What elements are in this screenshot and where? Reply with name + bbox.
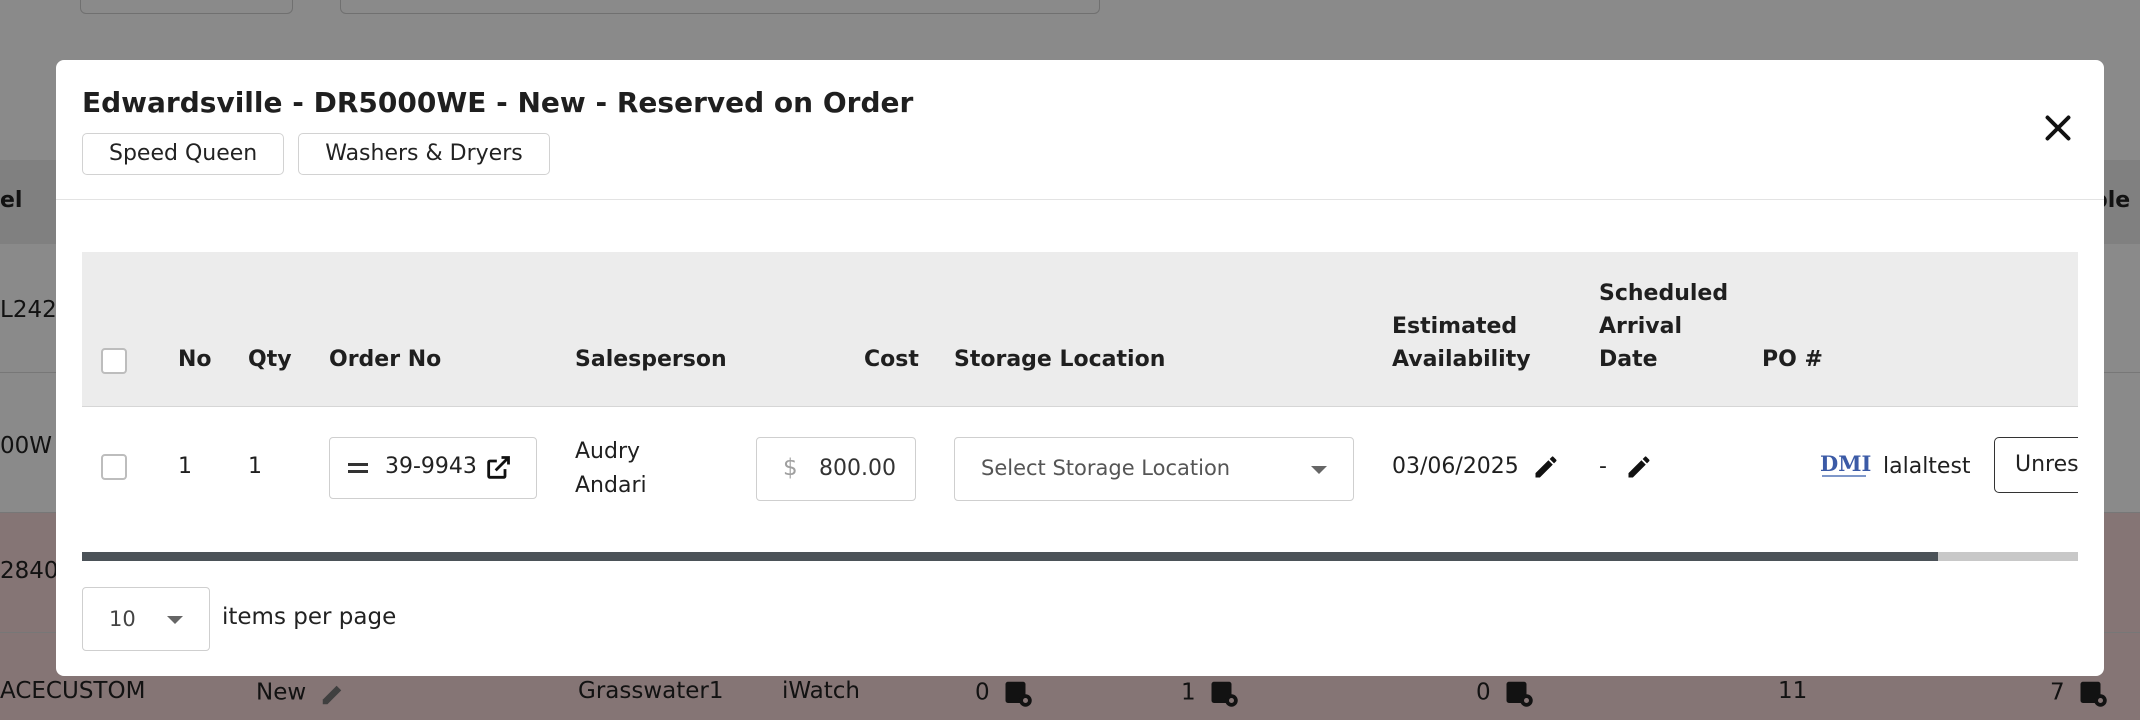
header-estimated-availability: Estimated Availability [1392, 310, 1531, 376]
header-scheduled-line1: Scheduled [1599, 281, 1729, 306]
order-reservation-modal: Edwardsville - DR5000WE - New - Reserved… [56, 60, 2104, 676]
header-scheduled-line3: Date [1599, 347, 1658, 372]
header-cost: Cost [864, 347, 919, 372]
brand-tag: Speed Queen [82, 133, 285, 175]
header-scheduled-arrival: Scheduled Arrival Date [1599, 277, 1728, 376]
header-scheduled-line2: Arrival [1599, 314, 1682, 339]
page-size-value: 10 [109, 607, 136, 631]
logo-underline [1822, 475, 1866, 477]
modal-header: Edwardsville - DR5000WE - New - Reserved… [56, 60, 2104, 200]
items-per-page-label: items per page [222, 604, 397, 630]
header-no: No [178, 347, 212, 372]
row-no: 1 [178, 454, 192, 479]
drag-handle-icon[interactable] [348, 463, 368, 473]
close-icon[interactable] [2040, 110, 2076, 146]
header-po: PO # [1762, 347, 1823, 372]
po-value: lalaltest [1883, 454, 1971, 479]
header-estimated-line1: Estimated [1392, 314, 1518, 339]
order-no-value: 39-9943 [385, 454, 477, 479]
dmi-logo: DMI [1820, 451, 1872, 477]
tag-list: Speed Queen Washers & Dryers [82, 133, 550, 175]
salesperson-cell: Audry Andari [575, 435, 647, 503]
header-estimated-line2: Availability [1392, 347, 1531, 372]
header-qty: Qty [248, 347, 292, 372]
chevron-down-icon [167, 616, 183, 624]
chevron-down-icon [1311, 466, 1327, 474]
page-size-select[interactable]: 10 [82, 587, 210, 651]
unreserve-button[interactable]: Unreserve [1994, 437, 2078, 493]
category-tag: Washers & Dryers [298, 133, 550, 175]
dmi-logo-text: DMI [1820, 451, 1872, 476]
select-all-checkbox[interactable] [101, 348, 127, 374]
dollar-icon: $ [783, 455, 798, 481]
scrollbar-thumb[interactable] [82, 552, 1939, 561]
header-storage-location: Storage Location [954, 347, 1166, 372]
cost-value: 800.00 [819, 456, 896, 481]
order-no-field[interactable]: 39-9943 [329, 437, 537, 499]
row-qty: 1 [248, 454, 262, 479]
horizontal-scrollbar[interactable] [82, 552, 2078, 561]
external-link-icon[interactable] [484, 454, 512, 482]
estimated-availability-value: 03/06/2025 [1392, 454, 1519, 479]
table-header: No Qty Order No Salesperson Cost Storage… [82, 252, 2078, 407]
salesperson-first: Audry [575, 439, 641, 464]
reservations-table: No Qty Order No Salesperson Cost Storage… [82, 252, 2078, 562]
pencil-icon[interactable] [1625, 453, 1653, 481]
cost-input[interactable]: $ 800.00 [756, 437, 916, 501]
header-salesperson: Salesperson [575, 347, 727, 372]
modal-title: Edwardsville - DR5000WE - New - Reserved… [82, 86, 914, 119]
pencil-icon[interactable] [1532, 453, 1560, 481]
salesperson-last: Andari [575, 473, 647, 498]
storage-location-placeholder: Select Storage Location [981, 456, 1231, 480]
header-order-no: Order No [329, 347, 442, 372]
row-checkbox[interactable] [101, 454, 127, 480]
scheduled-arrival-value: - [1599, 454, 1607, 479]
table-row[interactable]: 1 1 39-9943 Audry Andari $ 800.00 Select… [82, 407, 2078, 527]
storage-location-select[interactable]: Select Storage Location [954, 437, 1354, 501]
